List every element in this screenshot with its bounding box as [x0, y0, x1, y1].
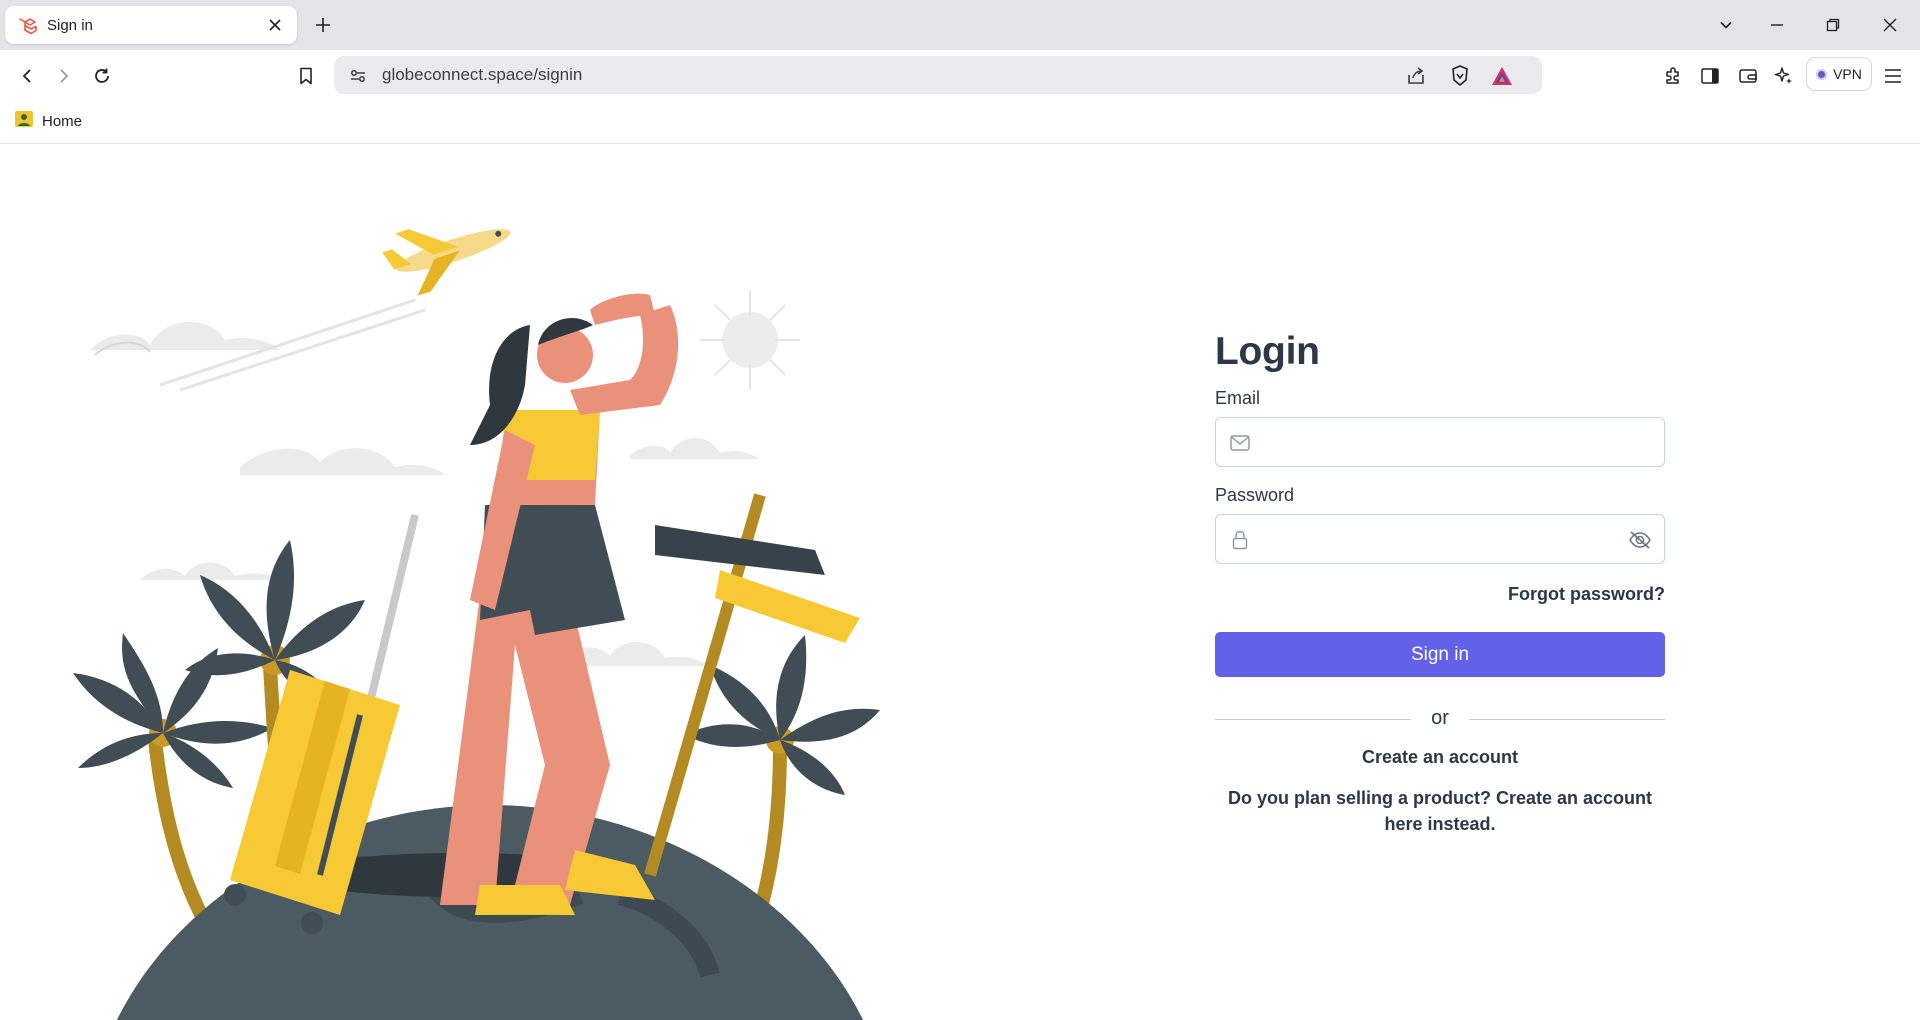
minimize-icon[interactable]: [1764, 12, 1790, 38]
password-field-wrapper: [1215, 514, 1665, 564]
extensions-icon[interactable]: [1659, 62, 1687, 90]
seller-signup-link[interactable]: Do you plan selling a product? Create an…: [1215, 785, 1665, 837]
tab-title: Sign in: [47, 16, 93, 34]
sidebar-icon[interactable]: [1696, 62, 1724, 90]
wallet-icon[interactable]: [1734, 62, 1762, 90]
or-divider: or: [1215, 705, 1665, 735]
sign-in-button[interactable]: Sign in: [1215, 632, 1665, 677]
password-label: Password: [1215, 485, 1295, 505]
login-form: Login Email Password Forgot password? Si…: [1215, 330, 1665, 837]
email-field[interactable]: [1264, 418, 1614, 466]
airplane-icon: [382, 229, 511, 296]
browser-toolbar: globeconnect.space/signin VPN: [0, 50, 1920, 100]
tab-strip: Sign in: [0, 0, 1920, 50]
lock-icon: [1228, 528, 1252, 552]
forward-icon[interactable]: [50, 62, 78, 90]
tab-search-chevron-icon[interactable]: [1713, 12, 1739, 38]
brave-rewards-icon[interactable]: [1490, 64, 1514, 88]
laravel-logo-icon: [17, 15, 37, 35]
forgot-password-link[interactable]: Forgot password?: [1215, 584, 1665, 605]
vpn-status-icon: [1816, 68, 1828, 80]
close-window-icon[interactable]: [1877, 12, 1903, 38]
share-icon[interactable]: [1404, 64, 1428, 88]
new-tab-icon[interactable]: [310, 12, 336, 38]
mail-icon: [1228, 431, 1252, 455]
travel-illustration: [73, 229, 880, 1020]
bookmark-home-label: Home: [42, 112, 83, 130]
create-account-link[interactable]: Create an account: [1215, 747, 1665, 768]
bookmark-home[interactable]: Home: [14, 110, 82, 132]
vpn-label: VPN: [1833, 66, 1862, 82]
divider-line-right: [1469, 719, 1665, 720]
email-field-wrapper: [1215, 417, 1665, 467]
site-settings-icon[interactable]: [346, 64, 370, 88]
sun-icon: [700, 290, 800, 390]
address-url: globeconnect.space/signin: [382, 65, 583, 84]
leo-ai-icon[interactable]: [1770, 62, 1798, 90]
toggle-password-visibility-icon[interactable]: [1628, 528, 1652, 552]
home-bookmark-icon: [14, 110, 34, 132]
back-icon[interactable]: [13, 62, 41, 90]
reload-icon[interactable]: [88, 62, 116, 90]
bookmark-icon[interactable]: [292, 62, 320, 90]
bookmarks-bar: Home: [0, 100, 1920, 144]
close-tab-icon[interactable]: [265, 15, 285, 35]
email-label: Email: [1215, 388, 1261, 408]
menu-icon[interactable]: [1879, 62, 1907, 90]
brave-shields-icon[interactable]: [1448, 64, 1472, 88]
signpost-icon: [644, 493, 860, 877]
vpn-button[interactable]: VPN: [1806, 57, 1872, 91]
browser-tab[interactable]: Sign in: [5, 6, 297, 44]
page-title: Login: [1215, 330, 1320, 373]
restore-icon[interactable]: [1820, 12, 1846, 38]
password-field[interactable]: [1264, 515, 1614, 563]
woman-traveler-icon: [440, 293, 679, 915]
page-content: Login Email Password Forgot password? Si…: [0, 145, 1920, 1020]
address-bar[interactable]: globeconnect.space/signin: [334, 56, 1542, 94]
